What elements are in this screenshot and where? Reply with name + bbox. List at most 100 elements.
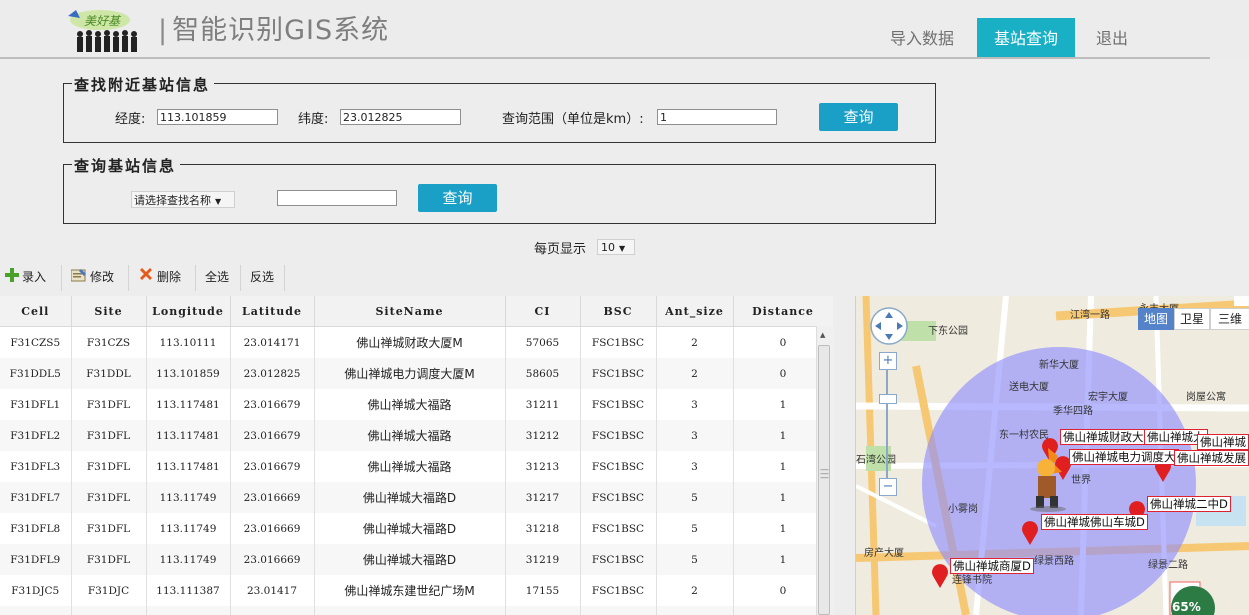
table-cell: F31DFL1 <box>0 389 72 420</box>
table-row[interactable]: F31DFL7 F31DFL 113.11749 23.016669 佛山禅城大福路D 3… <box>0 482 833 513</box>
table-cell: 2 <box>656 358 734 389</box>
station-name-input[interactable] <box>277 190 397 206</box>
column-header[interactable]: CI <box>505 296 581 327</box>
table-cell: F31DJC5 <box>0 575 72 606</box>
marker-label[interactable]: 佛山禅城电力调度大 <box>1069 449 1179 465</box>
column-header[interactable]: Latitude <box>230 296 315 327</box>
map-place-label: 新华大厦 <box>1039 360 1079 371</box>
zoom-slider-handle[interactable] <box>879 394 897 404</box>
name-type-select[interactable]: 请选择查找名称 ▼ <box>131 191 235 208</box>
map-type-satellite[interactable]: 卫星 <box>1174 308 1210 330</box>
invert-selection-button[interactable]: 反选 <box>250 262 274 294</box>
latitude-input[interactable]: 23.012825 <box>340 109 461 125</box>
marker-label[interactable]: 佛山禅城商厦D <box>950 558 1034 574</box>
table-row[interactable]: F31CZS5 F31CZS 113.10111 23.014171 佛山禅城财政大厦M… <box>0 326 833 358</box>
marker-label[interactable]: 佛山禅城二中D <box>1147 496 1231 512</box>
zoom-in-button[interactable]: + <box>879 352 897 370</box>
nav-import-data[interactable]: 导入数据 <box>876 18 968 58</box>
table-cell: 佛山禅城大福路D <box>314 482 506 513</box>
map-view[interactable]: 下东公园 新华大厦 送电大厦 宏宇大厦 季华四路 东一村农民 石湾公园 小雾岗 … <box>855 296 1249 615</box>
nav-station-query[interactable]: 基站查询 <box>977 18 1075 58</box>
column-header[interactable]: Distance <box>733 296 833 327</box>
table-cell: 佛山禅城大福路 <box>314 451 506 482</box>
marker-label[interactable]: 佛山禅城佛山车城D <box>1041 514 1148 530</box>
per-page-select[interactable]: 10 ▼ <box>597 239 635 255</box>
table-cell: 佛山禅城大福路D <box>314 544 506 575</box>
table-cell: F31DDL <box>71 358 147 389</box>
table-header-row: Cell Site Longitude Latitude SiteName CI… <box>0 296 833 327</box>
table-cell: 23.013777 <box>230 606 315 615</box>
select-all-button[interactable]: 全选 <box>205 262 229 294</box>
table-cell: 23.016669 <box>230 544 315 575</box>
name-type-select-value: 请选择查找名称 <box>134 194 211 207</box>
table-cell: F31DFL <box>71 482 147 513</box>
nearby-search-button[interactable]: 查询 <box>819 103 898 131</box>
table-cell: 113.11749 <box>146 544 231 575</box>
table-cell: F31DFL8 <box>0 513 72 544</box>
station-query-legend: 查询基站信息 <box>72 155 181 176</box>
nav-exit[interactable]: 退出 <box>1084 18 1140 58</box>
zoom-out-button[interactable]: − <box>879 478 897 496</box>
table-cell: FSC1BSC <box>580 358 657 389</box>
table-cell: FSC1BSC <box>580 420 657 451</box>
map-place-label: 江湾一路 <box>1070 310 1110 321</box>
table-cell: 3 <box>656 389 734 420</box>
station-query-button[interactable]: 查询 <box>418 184 497 212</box>
logo-text: 美好基 <box>84 14 122 28</box>
table-row[interactable]: F31DLH1F31DLH113.11106823.013777佛山禅城电力大厦… <box>0 606 833 615</box>
map-marker-icon[interactable] <box>931 564 949 592</box>
column-header[interactable]: Cell <box>0 296 72 327</box>
zoom-slider-track[interactable] <box>886 370 888 478</box>
table-row[interactable]: F31DFL1 F31DFL 113.117481 23.016679 佛山禅城大福路 3… <box>0 389 833 420</box>
add-button[interactable]: 录入 <box>5 262 46 294</box>
map-marker-icon[interactable] <box>1021 521 1039 549</box>
table-cell: 佛山禅城东建世纪广场M <box>314 575 506 606</box>
app-title-text: 智能识别GIS系统 <box>172 15 390 46</box>
map-type-map[interactable]: 地图 <box>1138 308 1174 330</box>
table-cell: 佛山禅城电力调度大厦M <box>314 358 506 389</box>
table-cell: 5 <box>656 544 734 575</box>
table-cell: F31DLH <box>71 606 147 615</box>
map-pan-control[interactable] <box>869 306 909 350</box>
column-header[interactable]: Site <box>71 296 147 327</box>
longitude-input[interactable]: 113.101859 <box>157 109 278 125</box>
map-type-3d[interactable]: 三维 <box>1210 308 1249 330</box>
add-button-label: 录入 <box>22 270 47 284</box>
table-cell: F31DFL <box>71 544 147 575</box>
table-cell: F31DJC <box>71 575 147 606</box>
app-title: | 智能识别GIS系统 <box>158 8 389 47</box>
column-header[interactable]: BSC <box>580 296 657 327</box>
table-row[interactable]: F31DFL9 F31DFL 113.11749 23.016669 佛山禅城大福路D 3… <box>0 544 833 575</box>
marker-label[interactable]: 佛山禅城 <box>1197 434 1249 450</box>
table-row[interactable]: F31DFL2 F31DFL 113.117481 23.016679 佛山禅城大福路 3… <box>0 420 833 451</box>
scroll-up-arrow-icon[interactable]: ▲ <box>820 331 825 339</box>
table-cell: 113.11749 <box>146 482 231 513</box>
column-header[interactable]: SiteName <box>314 296 506 327</box>
delete-button[interactable]: 删除 <box>138 262 181 294</box>
toolbar-separator <box>128 265 129 291</box>
table-cell: 31213 <box>505 451 581 482</box>
map-place-label: 石湾公园 <box>856 455 896 466</box>
table-cell: 113.11749 <box>146 513 231 544</box>
table-cell: 31211 <box>505 389 581 420</box>
zoom-percent-badge: 65% <box>1172 600 1201 614</box>
table-cell: F31CZS <box>71 326 147 358</box>
table-cell: 23.01417 <box>230 575 315 606</box>
range-input[interactable]: 1 <box>657 109 777 125</box>
column-header[interactable]: Longitude <box>146 296 231 327</box>
table-cell: 31212 <box>505 420 581 451</box>
marker-label[interactable]: 佛山禅城财政大 <box>1060 429 1147 445</box>
table-cell: 113.10111 <box>146 326 231 358</box>
table-cell: 113.117481 <box>146 451 231 482</box>
edit-button[interactable]: 修改 <box>70 262 114 294</box>
table-row[interactable]: F31DFL8 F31DFL 113.11749 23.016669 佛山禅城大福路D 3… <box>0 513 833 544</box>
plus-icon <box>5 263 19 293</box>
table-row[interactable]: F31DFL3 F31DFL 113.117481 23.016679 佛山禅城大福路 3… <box>0 451 833 482</box>
map-place-label: 绿景西路 <box>1034 556 1074 567</box>
column-header[interactable]: Ant_size <box>656 296 734 327</box>
table-row[interactable]: F31DJC5 F31DJC 113.111387 23.01417 佛山禅城东建世纪广… <box>0 575 833 606</box>
table-row[interactable]: F31DDL5 F31DDL 113.101859 23.012825 佛山禅城电力调度… <box>0 358 833 389</box>
marker-label[interactable]: 佛山禅城发展 <box>1174 450 1249 466</box>
table-cell: 23.012825 <box>230 358 315 389</box>
table-cell: 17155 <box>505 575 581 606</box>
